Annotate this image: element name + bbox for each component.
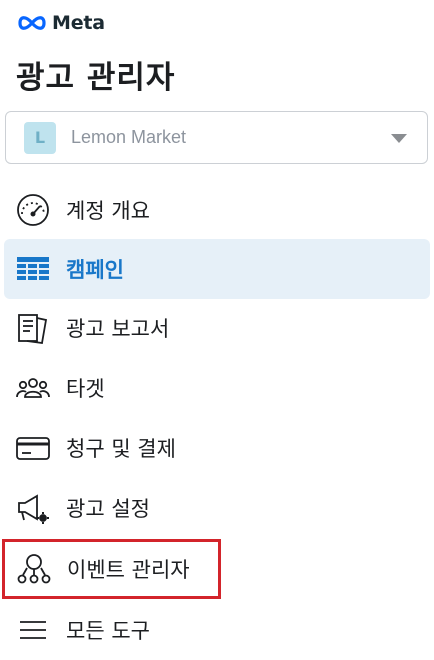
nav-item-all-tools[interactable]: 모든 도구 [4,600,430,660]
event-network-icon [15,550,53,588]
menu-icon [14,611,52,649]
nav-label: 계정 개요 [66,199,150,223]
nav-item-events-manager[interactable]: 이벤트 관리자 [2,539,221,599]
chevron-down-icon [391,134,407,143]
meta-infinity-icon [18,16,46,30]
nav-label: 캠페인 [66,258,124,282]
account-avatar: L [24,121,56,154]
report-icon [14,309,52,347]
nav-item-campaigns[interactable]: 캠페인 [4,239,430,299]
nav-item-ad-settings[interactable]: 광고 설정 [4,478,430,538]
megaphone-settings-icon [14,489,52,527]
meta-logo[interactable]: Meta [16,12,105,34]
gauge-icon [14,191,52,229]
account-name: Lemon Market [71,127,187,147]
nav-item-ad-reports[interactable]: 광고 보고서 [4,298,430,358]
credit-card-icon [14,429,52,467]
nav-item-billing[interactable]: 청구 및 결제 [4,418,430,478]
nav-item-account-overview[interactable]: 계정 개요 [4,180,430,240]
grid-icon [14,250,52,288]
nav-label: 타겟 [66,377,105,401]
nav-label: 광고 설정 [66,497,150,521]
nav-label: 청구 및 결제 [66,437,176,461]
nav-label: 광고 보고서 [66,317,170,341]
nav-label: 이벤트 관리자 [67,558,190,582]
brand-name: Meta [52,12,105,34]
nav-label: 모든 도구 [66,619,150,643]
people-icon [14,369,52,407]
nav-item-audiences[interactable]: 타겟 [4,358,430,418]
account-selector[interactable]: L Lemon Market [5,111,428,164]
page-title: 광고 관리자 [16,60,176,96]
